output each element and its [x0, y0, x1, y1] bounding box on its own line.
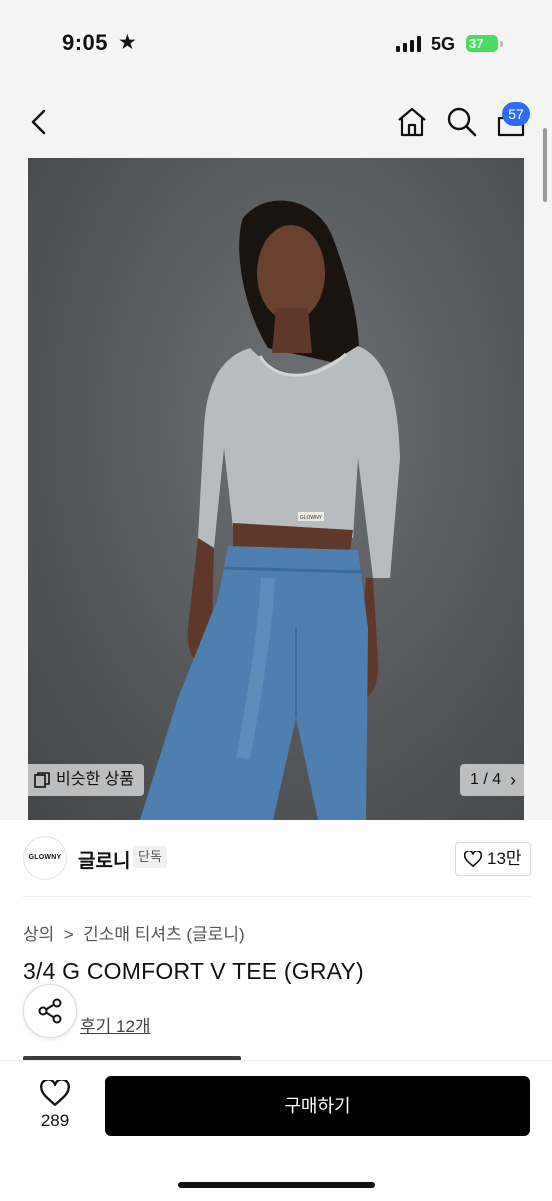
model-illustration: GLOWNY	[140, 200, 400, 820]
wishlist-count: 289	[40, 1111, 70, 1130]
similar-items-label: 비슷한 상품	[56, 771, 135, 788]
top-nav	[0, 90, 552, 156]
brand-like-count: 13만	[487, 849, 522, 868]
similar-items-button[interactable]: 비슷한 상품	[28, 764, 144, 796]
home-icon[interactable]	[396, 106, 428, 138]
search-icon[interactable]	[446, 106, 478, 138]
scrollbar[interactable]	[543, 128, 547, 202]
battery-icon: 37	[466, 35, 498, 52]
chevron-right-icon: ›	[510, 770, 516, 790]
wishlist-heart-icon[interactable]	[40, 1080, 70, 1106]
share-icon	[38, 998, 62, 1024]
similar-items-icon	[34, 772, 50, 788]
review-link[interactable]: 후기 12개	[80, 1012, 151, 1037]
cart-count-badge: 57	[502, 102, 530, 126]
back-chevron-icon[interactable]	[28, 108, 50, 136]
product-image[interactable]: GLOWNY 비슷한 상품 1 / 4 ›	[28, 158, 524, 820]
product-title: 3/4 G COMFORT V TEE (GRAY)	[23, 958, 364, 984]
brand-logo[interactable]: GLOWNY	[23, 836, 67, 880]
image-pager[interactable]: 1 / 4 ›	[460, 764, 524, 796]
share-button[interactable]	[23, 984, 77, 1038]
buy-button[interactable]: 구매하기	[105, 1076, 530, 1136]
star-icon: ★	[118, 31, 137, 54]
pager-text: 1 / 4	[470, 771, 502, 788]
brand-name[interactable]: 글로니	[78, 846, 130, 873]
battery-level: 37	[469, 36, 484, 51]
divider	[23, 896, 530, 897]
status-time: 9:05	[62, 30, 109, 55]
status-bar: 9:05 ★ 5G 37	[0, 0, 552, 90]
exclusive-badge: 단독	[133, 846, 167, 868]
home-indicator	[178, 1182, 375, 1188]
signal-icon	[396, 36, 422, 52]
heart-icon	[464, 851, 482, 867]
brand-like-button[interactable]: 13만	[455, 842, 531, 876]
shirt-tag-text: GLOWNY	[300, 515, 323, 521]
breadcrumb[interactable]: 상의 > 긴소매 티셔츠 (글로니)	[23, 920, 245, 945]
network-type: 5G	[431, 34, 456, 54]
battery-tip	[500, 41, 503, 47]
